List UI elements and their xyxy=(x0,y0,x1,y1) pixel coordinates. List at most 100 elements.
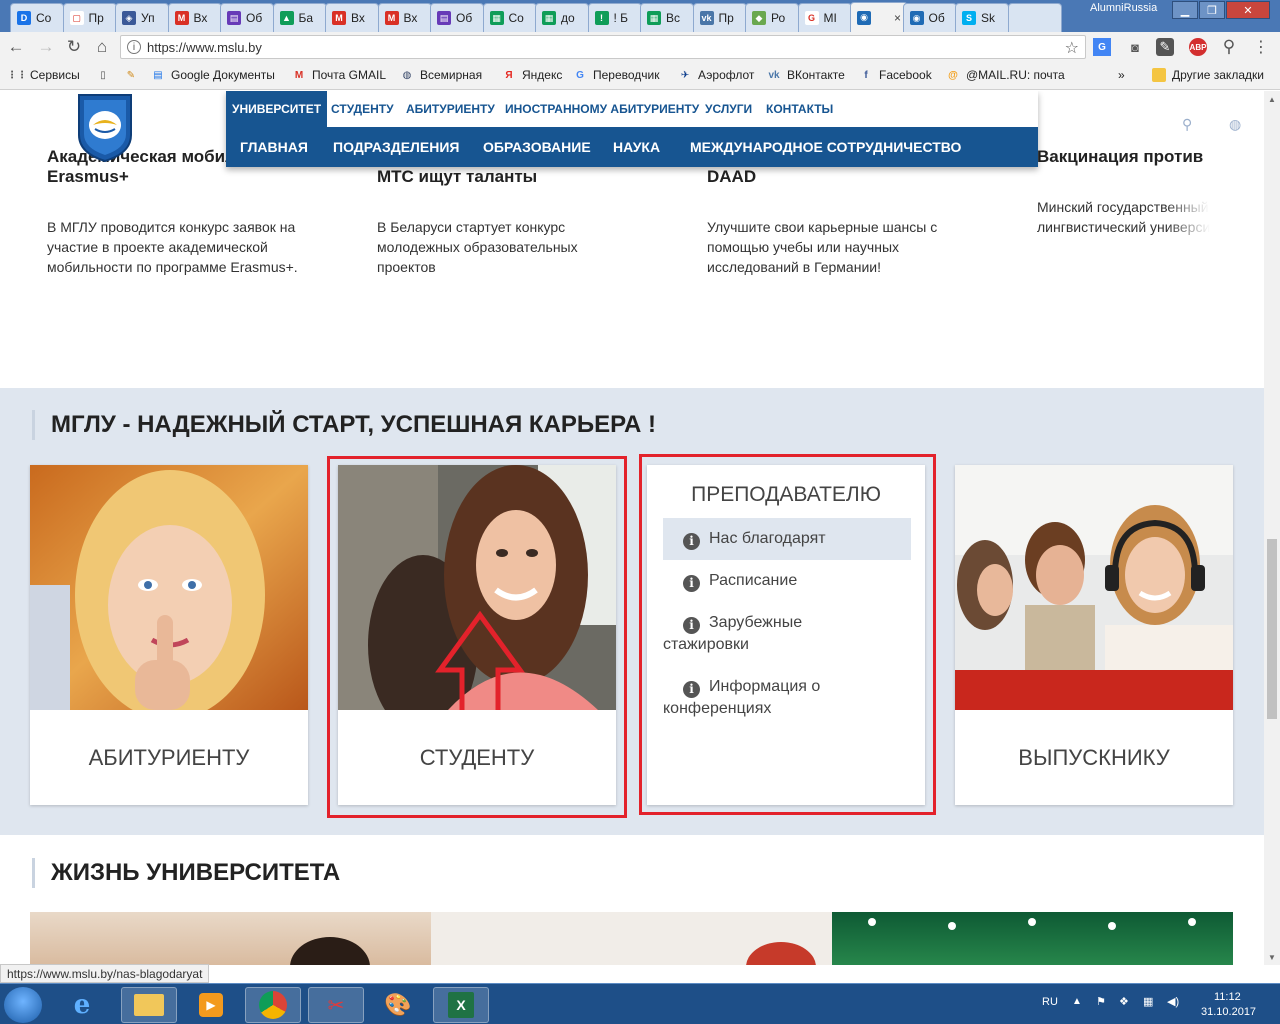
menu-icon[interactable]: ⋮ xyxy=(1252,38,1270,56)
card-graduate[interactable]: ВЫПУСКНИКУ xyxy=(955,465,1233,805)
other-bookmarks-folder[interactable]: Другие закладки xyxy=(1152,68,1264,82)
bookmark-сервисы[interactable]: ⋮⋮ Сервисы xyxy=(7,68,80,82)
tray-expand-icon[interactable]: ▲ xyxy=(1072,996,1082,1007)
card-graduate-label[interactable]: ВЫПУСКНИКУ xyxy=(955,745,1233,771)
reload-icon[interactable]: ↻ xyxy=(64,37,84,57)
bookmark-вконтакте[interactable]: vk ВКонтакте xyxy=(767,68,844,82)
browser-tab-12[interactable]: ▦ Вс xyxy=(640,3,694,32)
browser-tab-16[interactable]: ◉ × xyxy=(850,2,908,32)
card-abiturient-label[interactable]: АБИТУРИЕНТУ xyxy=(30,745,308,771)
page-scrollbar[interactable]: ▲ ▼ xyxy=(1264,91,1280,965)
browser-tab-5[interactable]: ▲ Ба xyxy=(272,3,327,32)
paint-icon[interactable]: 🎨 xyxy=(370,987,426,1023)
maximize-button[interactable]: ❐ xyxy=(1199,1,1225,19)
bookmark-facebook[interactable]: f Facebook xyxy=(859,68,931,82)
language-indicator[interactable]: RU xyxy=(1042,996,1058,1008)
bookmark-переводчик[interactable]: G Переводчик xyxy=(573,68,659,82)
bookmark-аэрофлот[interactable]: ✈ Аэрофлот xyxy=(678,68,755,82)
university-logo[interactable] xyxy=(75,91,135,163)
site-search-icon[interactable]: ⚲ xyxy=(1182,116,1192,133)
life-photo-1[interactable] xyxy=(30,912,431,965)
media-player-icon[interactable]: ▶ xyxy=(183,987,239,1023)
bookmark-star-icon[interactable]: ☆ xyxy=(1065,38,1079,58)
url-text[interactable]: https://www.mslu.by xyxy=(147,40,262,55)
bookmark-почта-gmail[interactable]: M Почта GMAIL xyxy=(292,68,386,82)
news-title[interactable]: Erasmus+ xyxy=(47,166,129,188)
bookmark-всемирная[interactable]: ◍ Всемирная xyxy=(400,68,482,82)
top-menu-item-1[interactable]: СТУДЕНТУ xyxy=(325,91,400,127)
sub-menu-item-2[interactable]: ОБРАЗОВАНИЕ xyxy=(483,127,591,167)
browser-tab-15[interactable]: G МІ xyxy=(797,3,852,32)
browser-user-name[interactable]: AlumniRussia xyxy=(1090,2,1157,14)
search-icon[interactable]: ⚲ xyxy=(1220,37,1238,56)
adblock-icon[interactable]: ABP xyxy=(1189,38,1207,56)
top-menu-item-4[interactable]: УСЛУГИ xyxy=(699,91,758,127)
file-explorer-icon[interactable] xyxy=(121,987,177,1023)
more-bookmarks-button[interactable]: » xyxy=(1118,68,1125,82)
bookmark-яндекс[interactable]: Я Яндекс xyxy=(502,68,562,82)
browser-tab-17[interactable]: ◉ Об xyxy=(902,3,957,32)
minimize-button[interactable]: ▁ xyxy=(1172,1,1198,19)
network-icon[interactable]: ▦ xyxy=(1143,995,1153,1008)
browser-tab-3[interactable]: M Вх xyxy=(167,3,222,32)
bookmark-google-документы[interactable]: ▤ Google Документы xyxy=(151,68,275,82)
scroll-down-icon[interactable]: ▼ xyxy=(1264,949,1280,965)
top-menu-item-3[interactable]: ИНОСТРАННОМУ АБИТУРИЕНТУ xyxy=(499,91,705,127)
browser-tab-0[interactable]: D Co xyxy=(10,3,64,32)
forward-arrow-icon[interactable]: → xyxy=(36,37,56,57)
news-title[interactable]: DAAD xyxy=(707,166,756,188)
top-menu-item-2[interactable]: АБИТУРИЕНТУ xyxy=(400,91,501,127)
sub-menu-item-1[interactable]: ПОДРАЗДЕЛЕНИЯ xyxy=(333,127,459,167)
browser-tab-11[interactable]: ! ! Б xyxy=(587,3,642,32)
flag-icon[interactable]: ⚑ xyxy=(1096,995,1106,1008)
close-tab-icon[interactable]: × xyxy=(894,11,901,25)
browser-tab-19[interactable] xyxy=(1007,3,1062,32)
top-menu-item-0[interactable]: УНИВЕРСИТЕТ xyxy=(226,91,328,127)
card-abiturient[interactable]: АБИТУРИЕНТУ xyxy=(30,465,308,805)
bookmark-@mail.ru:-почта[interactable]: @ @MAIL.RU: почта xyxy=(946,68,1065,82)
scroll-up-icon[interactable]: ▲ xyxy=(1264,91,1280,107)
browser-tab-1[interactable]: ▢ Пр xyxy=(62,3,117,32)
abiturient-photo xyxy=(30,465,308,710)
news-title-top[interactable]: Вакцинация против xyxy=(1037,146,1203,168)
snipping-tool-icon[interactable]: ✂ xyxy=(308,987,364,1023)
browser-tab-4[interactable]: ▤ Об xyxy=(220,3,274,32)
browser-tab-6[interactable]: M Вх xyxy=(325,3,379,32)
info-icon[interactable]: i xyxy=(127,40,141,54)
news-title[interactable]: МТС ищут таланты xyxy=(377,166,537,188)
browser-tab-10[interactable]: ▦ до xyxy=(535,3,589,32)
sub-menu-item-3[interactable]: НАУКА xyxy=(613,127,660,167)
internet-explorer-icon[interactable]: e xyxy=(54,987,110,1023)
tab-favicon-icon: D xyxy=(17,11,31,25)
back-arrow-icon[interactable]: ← xyxy=(6,37,26,57)
scroll-thumb[interactable] xyxy=(1267,539,1277,719)
start-button[interactable] xyxy=(4,987,42,1023)
bookmark-page-icon[interactable]: ▯ xyxy=(96,68,116,82)
close-window-button[interactable]: ✕ xyxy=(1226,1,1270,19)
top-menu-item-5[interactable]: КОНТАКТЫ xyxy=(760,91,839,127)
language-globe-icon[interactable]: ◍ xyxy=(1229,116,1241,133)
translate-extension-icon[interactable]: G xyxy=(1093,38,1111,56)
browser-tab-8[interactable]: ▤ Об xyxy=(430,3,484,32)
browser-tab-13[interactable]: vk Пр xyxy=(692,3,747,32)
pin-extension-icon[interactable]: ✎ xyxy=(1156,38,1174,56)
bookmark-brush-icon[interactable]: ✎ xyxy=(124,68,144,82)
life-photo-3[interactable] xyxy=(832,912,1233,965)
clock-date[interactable]: 31.10.2017 xyxy=(1201,1006,1256,1018)
browser-tab-9[interactable]: ▦ Co xyxy=(482,3,537,32)
chrome-icon[interactable] xyxy=(245,987,301,1023)
url-input[interactable]: i https://www.mslu.by ☆ xyxy=(120,35,1086,59)
sub-menu-item-4[interactable]: МЕЖДУНАРОДНОЕ СОТРУДНИЧЕСТВО xyxy=(690,127,961,167)
browser-tab-2[interactable]: ◈ Уп xyxy=(115,3,169,32)
browser-tab-18[interactable]: S Sk xyxy=(955,3,1009,32)
camera-extension-icon[interactable]: ◙ xyxy=(1126,38,1144,56)
home-icon[interactable]: ⌂ xyxy=(92,37,112,57)
life-photo-2[interactable] xyxy=(431,912,832,965)
dropbox-icon[interactable]: ❖ xyxy=(1119,995,1129,1008)
sub-menu-item-0[interactable]: ГЛАВНАЯ xyxy=(240,127,308,167)
clock-time[interactable]: 11:12 xyxy=(1214,991,1241,1003)
volume-icon[interactable]: ◀) xyxy=(1167,995,1179,1008)
browser-tab-7[interactable]: M Вх xyxy=(377,3,432,32)
browser-tab-14[interactable]: ◆ Ро xyxy=(745,3,799,32)
excel-icon[interactable]: X xyxy=(433,987,489,1023)
